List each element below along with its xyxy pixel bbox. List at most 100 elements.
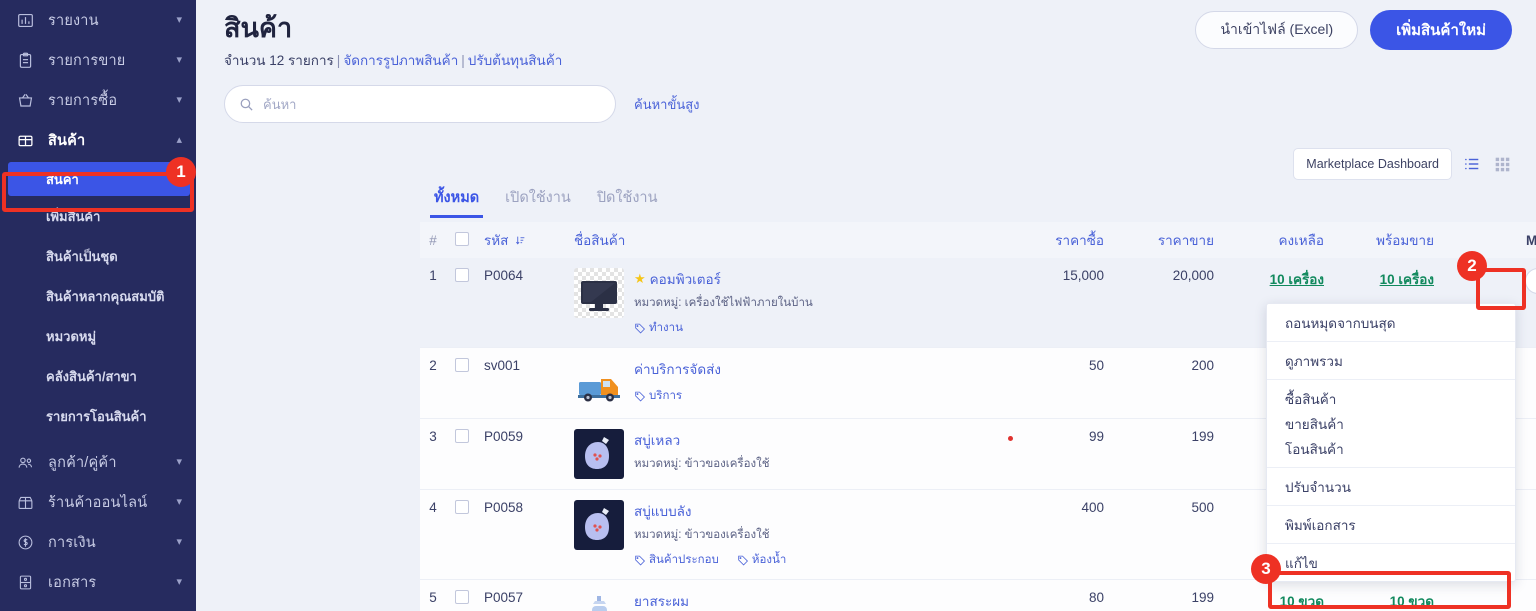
tab-enabled[interactable]: เปิดใช้งาน [505, 186, 571, 218]
marketplace-connect-button[interactable]: Connect [1525, 268, 1536, 294]
sidebar-item-warehouse[interactable]: คลังสินค้า/สาขา [0, 356, 196, 396]
th-sell-price[interactable]: ราคาขาย [1110, 222, 1220, 258]
product-tag[interactable]: ทำงาน [634, 319, 683, 337]
row-checkbox[interactable] [455, 358, 469, 372]
row-product-cell: ★ คอมพิวเตอร์ หมวดหมู่: เครื่องใช้ไฟฟ้าภ… [568, 258, 1000, 348]
chevron-up-icon: ▴ [176, 135, 182, 146]
import-excel-button[interactable]: นำเข้าไฟล์ (Excel) [1195, 11, 1358, 49]
sidebar-group-label: ลูกค้า/คู่ค้า [48, 451, 176, 474]
add-product-button[interactable]: เพิ่มสินค้าใหม่ [1370, 10, 1512, 50]
list-view-icon[interactable] [1462, 154, 1482, 174]
link-adjust-product-cost[interactable]: ปรับต้นทุนสินค้า [468, 53, 563, 68]
sort-icon[interactable] [515, 235, 526, 246]
clipboard-icon [14, 49, 36, 71]
sidebar-group-customers[interactable]: ลูกค้า/คู่ค้า ▾ [0, 442, 196, 482]
sidebar-group-finance[interactable]: การเงิน ▾ [0, 522, 196, 562]
sidebar-item-product-bundle[interactable]: สินค้าเป็นชุด [0, 236, 196, 276]
chevron-down-icon: ▾ [176, 55, 182, 66]
product-category: หมวดหมู่: ข้าวของเครื่องใช้ [634, 526, 786, 544]
menu-item-buy[interactable]: ซื้อสินค้า [1267, 386, 1515, 411]
menu-item-sell[interactable]: ขายสินค้า [1267, 411, 1515, 436]
row-checkbox-cell[interactable] [446, 490, 478, 580]
search-input[interactable] [263, 97, 601, 112]
row-available-link[interactable]: 10 เครื่อง [1380, 272, 1434, 287]
view-toolbar: Marketplace Dashboard [1293, 148, 1512, 180]
tag-icon [634, 555, 645, 566]
marketplace-dashboard-button[interactable]: Marketplace Dashboard [1293, 148, 1452, 180]
chevron-down-icon: ▾ [176, 537, 182, 548]
sidebar-submenu-products: สินค้า เพิ่มสินค้า สินค้าเป็นชุด สินค้าห… [0, 160, 196, 442]
tab-all[interactable]: ทั้งหมด [434, 186, 479, 218]
sidebar-item-add-product[interactable]: เพิ่มสินค้า [0, 196, 196, 236]
search-box[interactable] [224, 85, 616, 123]
menu-item-unpin[interactable]: ถอนหมุดจากบนสุด [1267, 310, 1515, 335]
table-row[interactable]: 5 P0057 [420, 580, 1536, 611]
sidebar-item-transfers[interactable]: รายการโอนสินค้า [0, 396, 196, 436]
menu-item-adjust-quantity[interactable]: ปรับจำนวน [1267, 474, 1515, 499]
row-available-link[interactable]: 10 ขวด [1390, 594, 1434, 609]
product-tag[interactable]: สินค้าประกอบ [634, 551, 719, 569]
product-tag[interactable]: ห้องน้ำ [737, 551, 786, 569]
sidebar-item-products[interactable]: สินค้า [8, 162, 190, 196]
row-checkbox[interactable] [455, 500, 469, 514]
sidebar-group-documents[interactable]: เอกสาร ▾ [0, 562, 196, 602]
chevron-down-icon: ▾ [176, 95, 182, 106]
row-cost: 15,000 [1000, 258, 1110, 348]
th-cost-price[interactable]: ราคาซื้อ [1000, 222, 1110, 258]
sidebar-item-categories[interactable]: หมวดหมู่ [0, 316, 196, 356]
th-sku[interactable]: รหัส [478, 222, 568, 258]
sidebar-group-online-store[interactable]: ร้านค้าออนไลน์ ▾ [0, 482, 196, 522]
select-all-checkbox[interactable] [455, 232, 469, 246]
menu-item-overview[interactable]: ดูภาพรวม [1267, 348, 1515, 373]
row-stock-link[interactable]: 10 ขวด [1280, 594, 1324, 609]
chart-bar-icon [14, 9, 36, 31]
th-product-name[interactable]: ชื่อสินค้า [568, 222, 1000, 258]
advanced-search-link[interactable]: ค้นหาขั้นสูง [634, 94, 700, 115]
separator: | [337, 53, 341, 68]
product-name-cell[interactable]: ★ คอมพิวเตอร์ [634, 268, 813, 290]
dropdown-group: ปรับจำนวน [1267, 468, 1515, 506]
table-header-row: # รหัส ชื่อสินค้า ราคาซื้อ ราคาขาย คงเหล… [420, 222, 1536, 258]
product-tag-label: บริการ [649, 387, 682, 405]
product-name-cell[interactable]: สบู่เหลว [634, 429, 770, 451]
product-tags: บริการ [634, 387, 721, 405]
product-tag-label: สินค้าประกอบ [649, 551, 719, 569]
row-cost-value: 99 [1089, 429, 1104, 444]
th-select-all[interactable] [446, 222, 478, 258]
th-marketplace[interactable]: Marketplace [1440, 222, 1536, 258]
row-checkbox[interactable] [455, 268, 469, 282]
row-checkbox[interactable] [455, 590, 469, 604]
menu-item-print-document[interactable]: พิมพ์เอกสาร [1267, 512, 1515, 537]
sidebar-group-reports[interactable]: รายงาน ▾ [0, 0, 196, 40]
product-name-cell[interactable]: ยาสระผม [634, 590, 689, 611]
row-checkbox-cell[interactable] [446, 258, 478, 348]
users-icon [14, 451, 36, 473]
row-stock-link[interactable]: 10 เครื่อง [1270, 272, 1324, 287]
sidebar-group-products[interactable]: สินค้า ▴ [0, 120, 196, 160]
row-checkbox[interactable] [455, 429, 469, 443]
row-checkbox-cell[interactable] [446, 580, 478, 611]
tab-disabled[interactable]: ปิดใช้งาน [597, 186, 658, 218]
product-name-cell[interactable]: ค่าบริการจัดส่ง [634, 358, 721, 380]
sidebar-item-product-variants[interactable]: สินค้าหลากคุณสมบัติ [0, 276, 196, 316]
row-price: 199 [1110, 580, 1220, 611]
product-tag[interactable]: บริการ [634, 387, 682, 405]
sidebar-group-sales[interactable]: รายการขาย ▾ [0, 40, 196, 80]
row-index: 3 [420, 419, 446, 490]
th-index: # [420, 222, 446, 258]
star-icon: ★ [634, 271, 646, 287]
product-thumbnail-soap [574, 429, 624, 479]
menu-item-edit[interactable]: แก้ไข [1267, 550, 1515, 575]
sidebar-group-label: การเงิน [48, 531, 176, 554]
sidebar-group-purchases[interactable]: รายการซื้อ ▾ [0, 80, 196, 120]
row-checkbox-cell[interactable] [446, 348, 478, 419]
row-checkbox-cell[interactable] [446, 419, 478, 490]
th-stock[interactable]: คงเหลือ [1220, 222, 1330, 258]
th-available[interactable]: พร้อมขาย [1330, 222, 1440, 258]
menu-item-transfer[interactable]: โอนสินค้า [1267, 436, 1515, 461]
grid-view-icon[interactable] [1492, 154, 1512, 174]
sidebar-group-label: เอกสาร [48, 571, 176, 594]
product-name-cell[interactable]: สบู่แบบลัง [634, 500, 786, 522]
link-manage-product-images[interactable]: จัดการรูปภาพสินค้า [343, 53, 458, 68]
sidebar-group-label: รายการขาย [48, 49, 176, 72]
